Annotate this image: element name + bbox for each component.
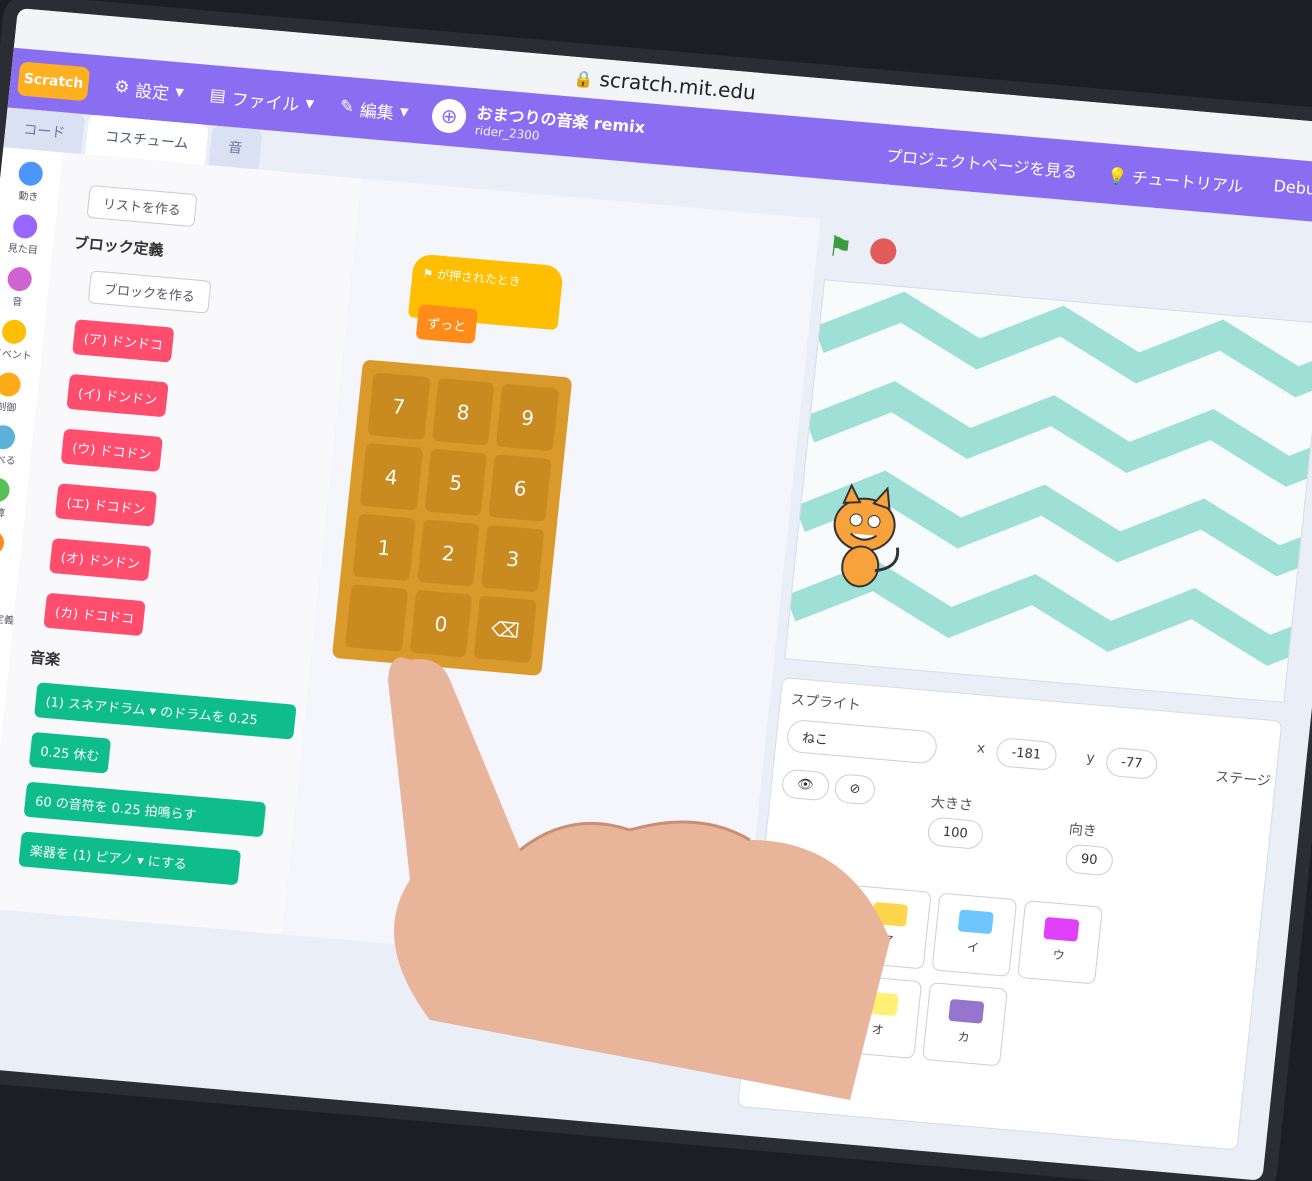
- operators-dot: [0, 477, 11, 503]
- category-sensing[interactable]: 調べる: [0, 423, 34, 469]
- file-menu[interactable]: ▤ファイル ▾: [208, 83, 315, 117]
- url-text: scratch.mit.edu: [598, 67, 757, 105]
- numpad-key[interactable]: 7: [367, 372, 430, 440]
- gear-icon: ⚙: [113, 77, 130, 98]
- category-label: 音: [12, 297, 23, 309]
- def-block[interactable]: (ウ) ドコドン: [61, 429, 164, 472]
- numpad-key[interactable]: 4: [360, 443, 423, 511]
- sprite-thumbnail: [1043, 917, 1079, 942]
- def-block[interactable]: (エ) ドコドン: [55, 483, 158, 526]
- numpad-key[interactable]: 1: [352, 514, 415, 582]
- pointing-hand: [370, 640, 890, 1100]
- size-input[interactable]: 100: [926, 816, 984, 850]
- lock-icon: 🔒: [573, 69, 595, 90]
- green-flag-button[interactable]: ⚑: [826, 230, 854, 265]
- sound-dot: [6, 266, 32, 292]
- numpad-key[interactable]: 3: [481, 525, 544, 593]
- category-looks[interactable]: 見た目: [0, 212, 56, 258]
- numpad-key[interactable]: 2: [417, 519, 480, 587]
- size-label: 大きさ: [930, 792, 974, 816]
- y-label: y: [1086, 750, 1096, 767]
- control-dot: [0, 372, 22, 398]
- make-block-button[interactable]: ブロックを作る: [88, 270, 212, 313]
- edit-label: 編集: [359, 96, 395, 124]
- forever-block[interactable]: ずっと: [416, 304, 478, 344]
- numpad-key[interactable]: 5: [424, 449, 487, 517]
- tutorial-label: チュートリアル: [1131, 168, 1244, 197]
- sprite-thumbnail: [948, 999, 984, 1024]
- numpad-key[interactable]: 9: [496, 384, 559, 452]
- category-label: 制御: [0, 402, 17, 415]
- file-icon: ▤: [209, 85, 227, 106]
- green-flag-icon: ⚑: [422, 266, 434, 281]
- looks-dot: [12, 213, 38, 239]
- settings-label: 設定: [134, 76, 170, 104]
- cat-sprite[interactable]: [812, 481, 913, 598]
- music-block[interactable]: 0.25 休む: [29, 732, 111, 774]
- category-motion[interactable]: 動き: [0, 159, 62, 205]
- music-title: 音楽: [29, 646, 61, 670]
- remix-icon: ⊕: [431, 98, 468, 135]
- sensing-dot: [0, 424, 16, 450]
- music-block[interactable]: 楽器を (1) ピアノ ▾ にする: [18, 831, 241, 885]
- x-input[interactable]: -181: [995, 737, 1057, 771]
- category-label: 演算: [0, 507, 6, 520]
- numpad-key[interactable]: 8: [432, 378, 495, 446]
- tab-code[interactable]: コード: [3, 107, 85, 154]
- category-label: イベント: [0, 348, 32, 362]
- sprite-thumb[interactable]: ウ: [1017, 900, 1103, 984]
- hat-label: が押されたとき: [436, 268, 521, 289]
- edit-menu[interactable]: ✎編集 ▾: [339, 94, 410, 125]
- file-label: ファイル: [230, 85, 300, 116]
- stage-label: ステージ: [1214, 766, 1272, 791]
- block-def-title: ブロック定義: [73, 232, 165, 261]
- category-control[interactable]: 制御: [0, 370, 40, 416]
- stage-controls: ⚑: [826, 230, 898, 269]
- music-block[interactable]: (1) スネアドラム ▾ のドラムを 0.25: [34, 682, 297, 739]
- debug-link[interactable]: Debug: [1272, 176, 1312, 204]
- def-block[interactable]: (オ) ドンドン: [49, 538, 152, 581]
- category-sound[interactable]: 音: [0, 265, 51, 311]
- scratch-logo[interactable]: Scratch: [17, 61, 90, 101]
- stop-button[interactable]: [869, 237, 898, 265]
- x-label: x: [976, 740, 986, 757]
- sprite-thumb[interactable]: イ: [931, 893, 1017, 977]
- variables-dot: [0, 530, 5, 556]
- number-pad: 7 8 9 4 5 6 1 2 3 0 ⌫: [332, 359, 573, 676]
- category-events[interactable]: イベント: [0, 317, 45, 363]
- pencil-icon: ✎: [339, 96, 355, 117]
- music-block[interactable]: 60 の音符を 0.25 拍鳴らす: [24, 782, 267, 838]
- category-label: 見た目: [7, 243, 38, 257]
- settings-menu[interactable]: ⚙設定 ▾: [113, 74, 185, 105]
- thumb-label: イ: [966, 940, 979, 955]
- tab-sound[interactable]: 音: [208, 125, 262, 169]
- thumb-label: カ: [957, 1030, 970, 1045]
- def-block[interactable]: (ア) ドンドコ: [72, 319, 175, 362]
- def-block[interactable]: (イ) ドンドン: [66, 374, 169, 417]
- thumb-label: ウ: [1052, 948, 1065, 963]
- y-input[interactable]: -77: [1105, 747, 1159, 780]
- make-list-button[interactable]: リストを作る: [86, 185, 197, 227]
- category-label: 動き: [18, 191, 39, 204]
- category-label: 調べる: [0, 454, 16, 468]
- category-label: ブロック定義: [0, 611, 14, 627]
- see-project-page-link[interactable]: プロジェクトページを見る: [885, 142, 1078, 183]
- events-dot: [1, 319, 27, 345]
- direction-label: 向き: [1068, 819, 1098, 841]
- def-block[interactable]: (カ) ドコドコ: [43, 593, 146, 636]
- sprite-thumb[interactable]: カ: [922, 982, 1008, 1066]
- project-title[interactable]: ⊕ おまつりの音楽 remix rider_2300: [430, 96, 646, 152]
- tutorial-link[interactable]: 💡 チュートリアル: [1106, 162, 1245, 198]
- motion-dot: [18, 161, 44, 187]
- numpad-key[interactable]: 6: [489, 454, 552, 522]
- direction-input[interactable]: 90: [1064, 844, 1113, 877]
- sprite-thumbnail: [958, 909, 994, 934]
